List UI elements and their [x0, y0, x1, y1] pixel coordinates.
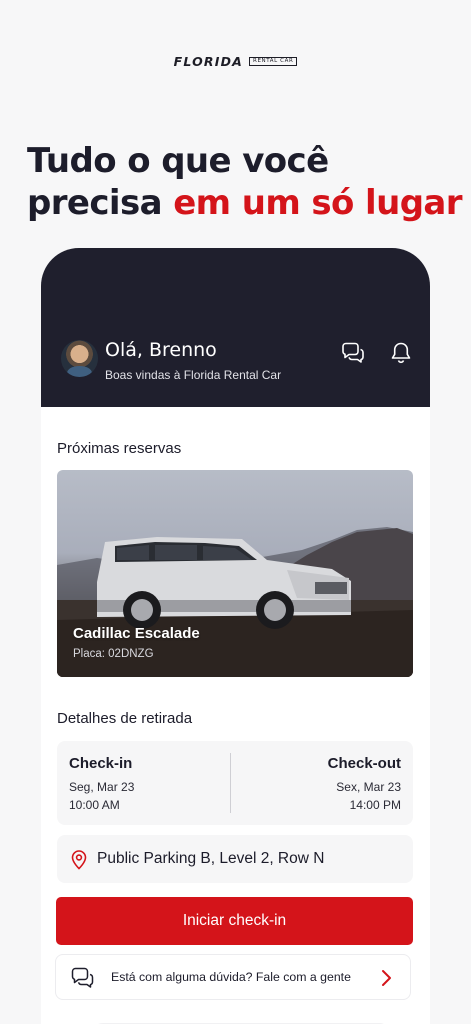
hero-line-2-accent: em um só lugar	[173, 183, 462, 223]
checkin-date: Seg, Mar 23	[69, 780, 135, 794]
checkin-time: 10:00 AM	[69, 798, 120, 812]
hero-line-1: Tudo o que você	[27, 141, 329, 181]
checkout-time: 14:00 PM	[349, 798, 401, 812]
checkout-label: Check-out	[327, 755, 401, 772]
chevron-right-icon	[382, 970, 391, 986]
checkin-label: Check-in	[69, 755, 133, 772]
phone-mockup: Olá, Brenno Boas vindas à Florida Rental…	[41, 248, 430, 1024]
reservation-card[interactable]: Cadillac Escalade Placa: 02DNZG	[57, 470, 413, 677]
hero-line-2: precisa	[27, 183, 174, 223]
pickup-dates-card: Check-in Seg, Mar 23 10:00 AM Check-out …	[57, 741, 413, 825]
chat-bubbles-icon	[71, 967, 94, 988]
car-photo	[57, 527, 413, 677]
app-content: Próximas reservas Cadillac Escalade Plac…	[41, 407, 430, 1024]
brand-logo: FLORIDA RENTAL CAR	[0, 54, 471, 69]
brand-tag: RENTAL CAR	[249, 56, 298, 67]
help-banner[interactable]: Está com alguma dúvida? Fale com a gente	[55, 954, 411, 1000]
brand-name: FLORIDA	[173, 54, 244, 69]
pickup-location[interactable]: Public Parking B, Level 2, Row N	[57, 835, 413, 883]
avatar[interactable]	[61, 340, 98, 377]
reservations-title: Próximas reservas	[57, 440, 182, 457]
car-plate: Placa: 02DNZG	[73, 648, 154, 660]
help-text: Está com alguma dúvida? Fale com a gente	[111, 970, 351, 984]
location-pin-icon	[71, 850, 87, 870]
bell-icon[interactable]	[388, 340, 414, 366]
greeting-subtitle: Boas vindas à Florida Rental Car	[105, 368, 282, 382]
chat-icon[interactable]	[340, 340, 366, 366]
dates-divider	[230, 753, 231, 813]
start-checkin-button[interactable]: Iniciar check-in	[56, 897, 413, 945]
hero-headline: Tudo o que você precisa em um só lugar	[27, 140, 463, 224]
greeting: Olá, Brenno	[105, 339, 217, 361]
location-text: Public Parking B, Level 2, Row N	[97, 850, 325, 867]
checkout-date: Sex, Mar 23	[336, 780, 401, 794]
car-name: Cadillac Escalade	[73, 625, 200, 642]
app-header: Olá, Brenno Boas vindas à Florida Rental…	[41, 248, 430, 407]
pickup-title: Detalhes de retirada	[57, 710, 193, 727]
